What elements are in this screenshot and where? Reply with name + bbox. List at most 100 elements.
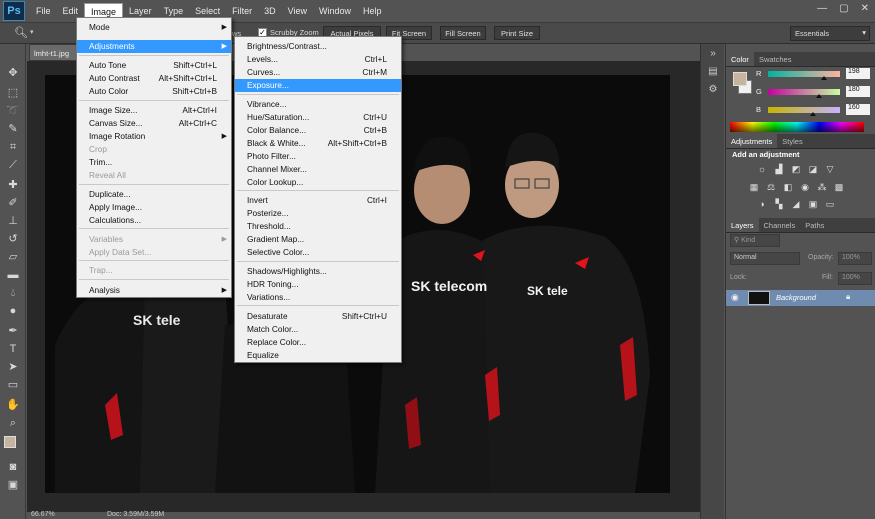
menu-file[interactable]: File bbox=[30, 3, 57, 19]
brightness-adjustment-icon[interactable]: ☼ bbox=[756, 164, 768, 174]
close-icon[interactable]: ✕ bbox=[861, 3, 869, 14]
fill-screen-button[interactable]: Fill Screen bbox=[440, 26, 486, 40]
tab-paths[interactable]: Paths bbox=[800, 218, 829, 232]
adjustments-menu-item-hue-saturation[interactable]: Hue/Saturation... Ctrl+U bbox=[235, 111, 401, 124]
adjustments-menu-item-hdr-toning[interactable]: HDR Toning... bbox=[235, 278, 401, 291]
adjustments-menu-item-variations[interactable]: Variations... bbox=[235, 291, 401, 304]
image-menu-item-auto-contrast[interactable]: Auto Contrast Alt+Shift+Ctrl+L bbox=[77, 72, 231, 85]
image-menu-item-mode[interactable]: Mode ▶ bbox=[77, 21, 231, 34]
adjustments-menu-item-color-balance[interactable]: Color Balance... Ctrl+B bbox=[235, 124, 401, 137]
eraser-tool-icon[interactable]: ▱ bbox=[4, 248, 22, 266]
image-menu-item-calculations[interactable]: Calculations... bbox=[77, 214, 231, 227]
adjustments-menu-item-levels[interactable]: Levels... Ctrl+L bbox=[235, 53, 401, 66]
channel-track[interactable] bbox=[768, 71, 840, 77]
invert-adjustment-icon[interactable]: ◑ bbox=[756, 199, 768, 209]
photo-filter-adjustment-icon[interactable]: ◉ bbox=[799, 182, 811, 192]
image-menu-item-image-size[interactable]: Image Size... Alt+Ctrl+I bbox=[77, 104, 231, 117]
color-lookup-adjustment-icon[interactable]: ▩ bbox=[833, 182, 845, 192]
slider-thumb-icon[interactable] bbox=[815, 94, 822, 98]
visibility-eye-icon[interactable]: ◉ bbox=[731, 292, 739, 303]
adjustments-menu-item-brightness-contrast[interactable]: Brightness/Contrast... bbox=[235, 40, 401, 53]
adjustments-menu-item-desaturate[interactable]: Desaturate Shift+Ctrl+U bbox=[235, 310, 401, 323]
adjustments-menu-item-match-color[interactable]: Match Color... bbox=[235, 323, 401, 336]
color-slider-b[interactable]: B 160 bbox=[754, 104, 872, 116]
pen-tool-icon[interactable]: ✒ bbox=[4, 322, 22, 340]
vibrance-adjustment-icon[interactable]: ▽ bbox=[824, 164, 836, 174]
quick-select-tool-icon[interactable]: ✎ bbox=[4, 120, 22, 138]
minimize-icon[interactable]: — bbox=[817, 3, 827, 14]
dodge-tool-icon[interactable]: ● bbox=[4, 302, 22, 320]
menu-view[interactable]: View bbox=[282, 3, 313, 19]
black-white-adjustment-icon[interactable]: ◧ bbox=[782, 182, 794, 192]
gradient-tool-icon[interactable]: ▬ bbox=[4, 266, 22, 284]
restore-icon[interactable]: ▢ bbox=[839, 3, 848, 14]
levels-adjustment-icon[interactable]: ▟ bbox=[773, 164, 785, 174]
workspace-switcher[interactable]: Essentials bbox=[790, 26, 870, 41]
lasso-tool-icon[interactable]: ➰ bbox=[4, 102, 22, 120]
menu-3d[interactable]: 3D bbox=[258, 3, 282, 19]
hue-saturation-adjustment-icon[interactable]: ▦ bbox=[748, 182, 760, 192]
image-menu-item-canvas-size[interactable]: Canvas Size... Alt+Ctrl+C bbox=[77, 117, 231, 130]
screen-mode-icon[interactable]: ▣ bbox=[4, 476, 22, 494]
gradient-map-adjustment-icon[interactable]: ▭ bbox=[824, 199, 836, 209]
zoom-tool-icon[interactable]: ⌕ bbox=[4, 414, 22, 432]
clone-stamp-tool-icon[interactable]: ⊥ bbox=[4, 212, 22, 230]
history-brush-tool-icon[interactable]: ↺ bbox=[4, 230, 22, 248]
lock-icon[interactable]: 🔒︎ bbox=[846, 292, 850, 302]
fill-field[interactable]: 100% bbox=[838, 272, 872, 285]
adjustments-menu-item-replace-color[interactable]: Replace Color... bbox=[235, 336, 401, 349]
tool-preset-arrow-icon[interactable]: ▾ bbox=[30, 28, 34, 36]
zoom-level[interactable]: 66.67% bbox=[31, 511, 55, 518]
zoom-tool-icon[interactable]: 🔍︎ bbox=[14, 26, 28, 39]
adjustments-menu-item-invert[interactable]: Invert Ctrl+I bbox=[235, 194, 401, 207]
layer-name[interactable]: Background bbox=[776, 293, 816, 302]
posterize-adjustment-icon[interactable]: ▚ bbox=[773, 199, 785, 209]
adjustments-menu-item-exposure[interactable]: Exposure... bbox=[235, 79, 401, 92]
channel-value-field[interactable]: 180 bbox=[846, 86, 870, 97]
adjustments-menu-item-curves[interactable]: Curves... Ctrl+M bbox=[235, 66, 401, 79]
healing-brush-tool-icon[interactable]: ✚ bbox=[4, 176, 22, 194]
tab-color[interactable]: Color bbox=[726, 52, 754, 66]
color-spectrum-ramp[interactable] bbox=[730, 122, 864, 132]
channel-track[interactable] bbox=[768, 107, 840, 113]
quick-mask-icon[interactable]: ◙ bbox=[4, 458, 22, 476]
history-panel-icon[interactable]: ▤ bbox=[706, 66, 720, 80]
slider-thumb-icon[interactable] bbox=[820, 76, 827, 80]
threshold-adjustment-icon[interactable]: ◢ bbox=[790, 199, 802, 209]
tab-channels[interactable]: Channels bbox=[759, 218, 801, 232]
path-selection-tool-icon[interactable]: ➤ bbox=[4, 358, 22, 376]
image-menu-item-analysis[interactable]: Analysis ▶ bbox=[77, 284, 231, 297]
adjustments-menu-item-black-white[interactable]: Black & White... Alt+Shift+Ctrl+B bbox=[235, 137, 401, 150]
adjustments-menu-item-photo-filter[interactable]: Photo Filter... bbox=[235, 150, 401, 163]
blend-mode-select[interactable]: Normal bbox=[730, 252, 800, 265]
adjustments-menu-item-channel-mixer[interactable]: Channel Mixer... bbox=[235, 163, 401, 176]
foreground-color-swatch[interactable] bbox=[4, 436, 16, 448]
layer-filter-select[interactable]: ⚲ Kind bbox=[730, 234, 780, 247]
exposure-adjustment-icon[interactable]: ◪ bbox=[807, 164, 819, 174]
image-menu-item-adjustments[interactable]: Adjustments ▶ bbox=[77, 40, 231, 53]
color-slider-r[interactable]: R 198 bbox=[754, 68, 872, 80]
adjustments-menu-item-selective-color[interactable]: Selective Color... bbox=[235, 246, 401, 259]
collapse-panels-icon[interactable]: » bbox=[706, 48, 720, 62]
move-tool-icon[interactable]: ✥ bbox=[4, 64, 22, 82]
rectangle-tool-icon[interactable]: ▭ bbox=[4, 376, 22, 394]
print-size-button[interactable]: Print Size bbox=[494, 26, 540, 40]
eyedropper-tool-icon[interactable]: ⟋ bbox=[4, 156, 22, 174]
layer-row-background[interactable]: ◉ Background 🔒︎ bbox=[726, 290, 875, 306]
image-menu-item-duplicate[interactable]: Duplicate... bbox=[77, 188, 231, 201]
blur-tool-icon[interactable]: 💧︎ bbox=[4, 284, 22, 302]
channel-mixer-adjustment-icon[interactable]: ⁂ bbox=[816, 182, 828, 192]
adjustments-menu-item-gradient-map[interactable]: Gradient Map... bbox=[235, 233, 401, 246]
channel-track[interactable] bbox=[768, 89, 840, 95]
tab-layers[interactable]: Layers bbox=[726, 218, 759, 232]
image-menu-item-apply-image[interactable]: Apply Image... bbox=[77, 201, 231, 214]
image-menu-item-trim[interactable]: Trim... bbox=[77, 156, 231, 169]
marquee-tool-icon[interactable]: ⬚ bbox=[4, 84, 22, 102]
image-menu-item-auto-tone[interactable]: Auto Tone Shift+Ctrl+L bbox=[77, 59, 231, 72]
adjustments-menu-item-threshold[interactable]: Threshold... bbox=[235, 220, 401, 233]
slider-thumb-icon[interactable] bbox=[810, 112, 817, 116]
image-menu-item-auto-color[interactable]: Auto Color Shift+Ctrl+B bbox=[77, 85, 231, 98]
channel-value-field[interactable]: 160 bbox=[846, 104, 870, 115]
adjustments-menu-item-color-lookup[interactable]: Color Lookup... bbox=[235, 176, 401, 189]
adjustments-menu-item-shadows-highlights[interactable]: Shadows/Highlights... bbox=[235, 265, 401, 278]
